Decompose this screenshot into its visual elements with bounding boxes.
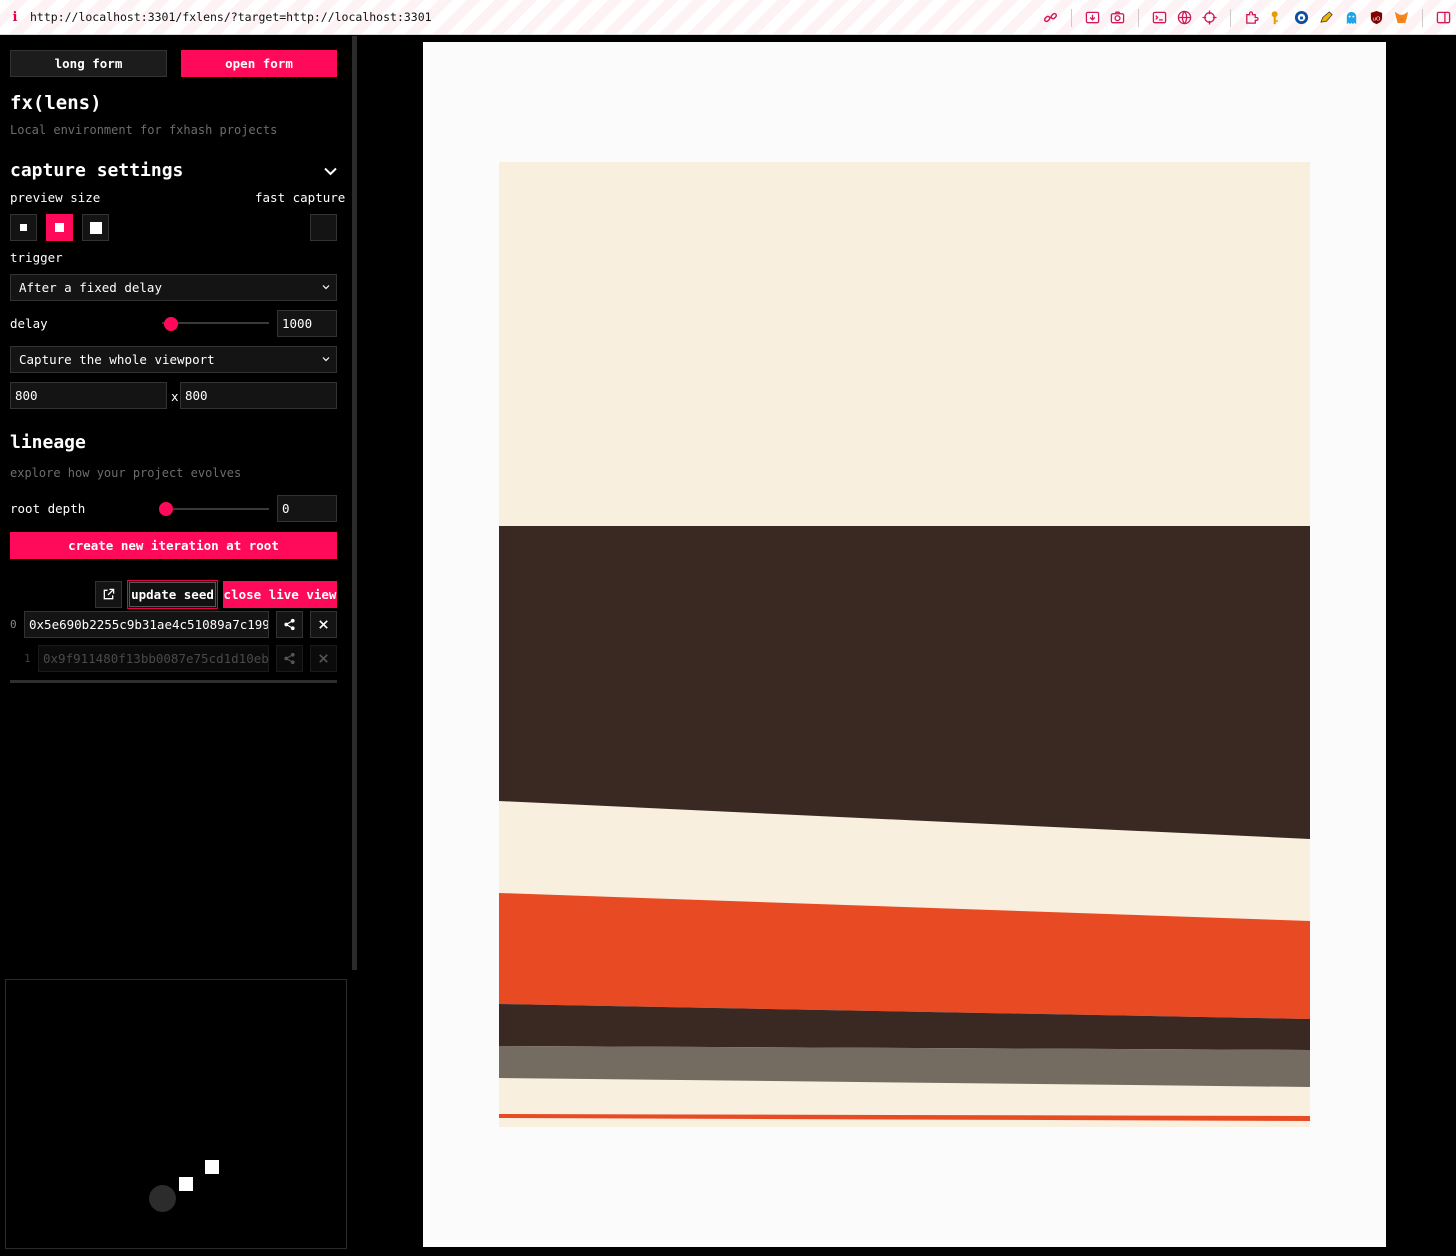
crosshair-icon[interactable]	[1201, 9, 1218, 26]
update-seed-button[interactable]: update seed	[127, 580, 218, 609]
capture-width-input[interactable]: 800	[10, 382, 167, 409]
delay-slider-track[interactable]	[162, 322, 269, 324]
site-info-icon[interactable]: i	[0, 10, 30, 25]
link-icon[interactable]	[1042, 9, 1059, 26]
password-icon[interactable]	[1293, 9, 1310, 26]
preview-size-medium-button[interactable]	[46, 214, 73, 241]
open-form-button[interactable]: open form	[181, 50, 337, 77]
create-iteration-button[interactable]: create new iteration at root	[10, 532, 337, 559]
generative-artwork	[499, 162, 1310, 1127]
capture-settings-heading: capture settings	[10, 160, 184, 181]
browser-address-bar: i http://localhost:3301/fxlens/?target=h…	[0, 0, 1456, 35]
fast-capture-label: fast capture	[255, 190, 346, 205]
fox-icon[interactable]	[1393, 9, 1410, 26]
root-depth-label: root depth	[10, 501, 86, 516]
trigger-select-value: After a fixed delay	[19, 280, 162, 295]
share-icon	[284, 618, 295, 631]
share-iteration-button[interactable]	[276, 611, 303, 638]
close-live-view-button[interactable]: close live view	[223, 581, 337, 608]
share-iteration-button[interactable]	[276, 645, 303, 672]
iteration-index: 1	[24, 652, 31, 665]
lineage-subtitle: explore how your project evolves	[10, 466, 242, 480]
iteration-hash: 0x9f911480f13bb0087e75cd1d10eb52	[43, 651, 269, 666]
share-icon	[284, 652, 295, 665]
close-icon	[319, 620, 328, 629]
globe-icon[interactable]	[1176, 9, 1193, 26]
app-subtitle: Local environment for fxhash projects	[10, 123, 278, 137]
preview-size-label: preview size	[10, 190, 101, 205]
iteration-index: 0	[10, 618, 17, 631]
ghost-icon[interactable]	[1343, 9, 1360, 26]
long-form-button[interactable]: long form	[10, 50, 167, 77]
url-text[interactable]: http://localhost:3301/fxlens/?target=htt…	[30, 10, 432, 24]
delay-slider-handle[interactable]	[163, 317, 178, 331]
control-panel: long form open form fx(lens) Local envir…	[0, 36, 352, 970]
iteration-hash-input[interactable]: 0x9f911480f13bb0087e75cd1d10eb52	[38, 645, 269, 672]
artwork-band-dark	[499, 526, 1310, 839]
camera-icon[interactable]	[1109, 9, 1126, 26]
key-icon[interactable]	[1268, 9, 1285, 26]
root-depth-value: 0	[282, 501, 290, 516]
capture-height-value: 800	[185, 388, 208, 403]
artwork-canvas	[499, 162, 1310, 1127]
svg-text:uO: uO	[1373, 16, 1382, 22]
lineage-graph-viewer[interactable]	[5, 979, 347, 1249]
fast-capture-checkbox[interactable]	[310, 214, 337, 241]
chevron-down-icon	[322, 285, 330, 290]
preview-size-large-button[interactable]	[82, 214, 109, 241]
capture-target-select[interactable]: Capture the whole viewport	[10, 346, 337, 373]
graph-node[interactable]	[179, 1177, 193, 1191]
remove-iteration-button[interactable]	[310, 611, 337, 638]
sidebar-icon[interactable]	[1435, 9, 1452, 26]
extension-icon[interactable]	[1243, 9, 1260, 26]
lineage-heading: lineage	[10, 432, 86, 453]
toolbar-icons: uO	[1038, 0, 1456, 35]
pen-icon[interactable]	[1318, 9, 1335, 26]
terminal-icon[interactable]	[1151, 9, 1168, 26]
graph-node[interactable]	[205, 1160, 219, 1174]
shield-icon[interactable]: uO	[1368, 9, 1385, 26]
close-icon	[319, 654, 328, 663]
capture-width-value: 800	[15, 388, 38, 403]
capture-height-input[interactable]: 800	[180, 382, 337, 409]
remove-iteration-button[interactable]	[310, 645, 337, 672]
root-depth-input[interactable]: 0	[277, 495, 337, 522]
app-title: fx(lens)	[10, 92, 102, 114]
preview-size-small-button[interactable]	[10, 214, 37, 241]
delay-input[interactable]: 1000	[277, 310, 337, 337]
iteration-hash: 0x5e690b2255c9b31ae4c51089a7c1993c	[29, 617, 269, 632]
save-page-icon[interactable]	[1084, 9, 1101, 26]
open-external-button[interactable]	[95, 581, 122, 608]
root-depth-slider-track[interactable]	[162, 508, 269, 510]
dimension-separator: x	[171, 389, 179, 404]
chevron-down-icon[interactable]	[324, 167, 337, 176]
capture-target-value: Capture the whole viewport	[19, 352, 215, 367]
root-depth-slider-handle[interactable]	[159, 502, 173, 516]
divider	[10, 680, 337, 683]
delay-input-value: 1000	[282, 316, 313, 331]
chevron-down-icon	[322, 357, 330, 362]
panel-scrollbar[interactable]	[352, 36, 357, 970]
iteration-hash-input[interactable]: 0x5e690b2255c9b31ae4c51089a7c1993c	[24, 611, 269, 638]
graph-root-node[interactable]	[149, 1185, 176, 1212]
delay-label: delay	[10, 316, 48, 331]
trigger-select[interactable]: After a fixed delay	[10, 274, 337, 301]
trigger-label: trigger	[10, 250, 63, 265]
external-link-icon	[103, 588, 115, 600]
